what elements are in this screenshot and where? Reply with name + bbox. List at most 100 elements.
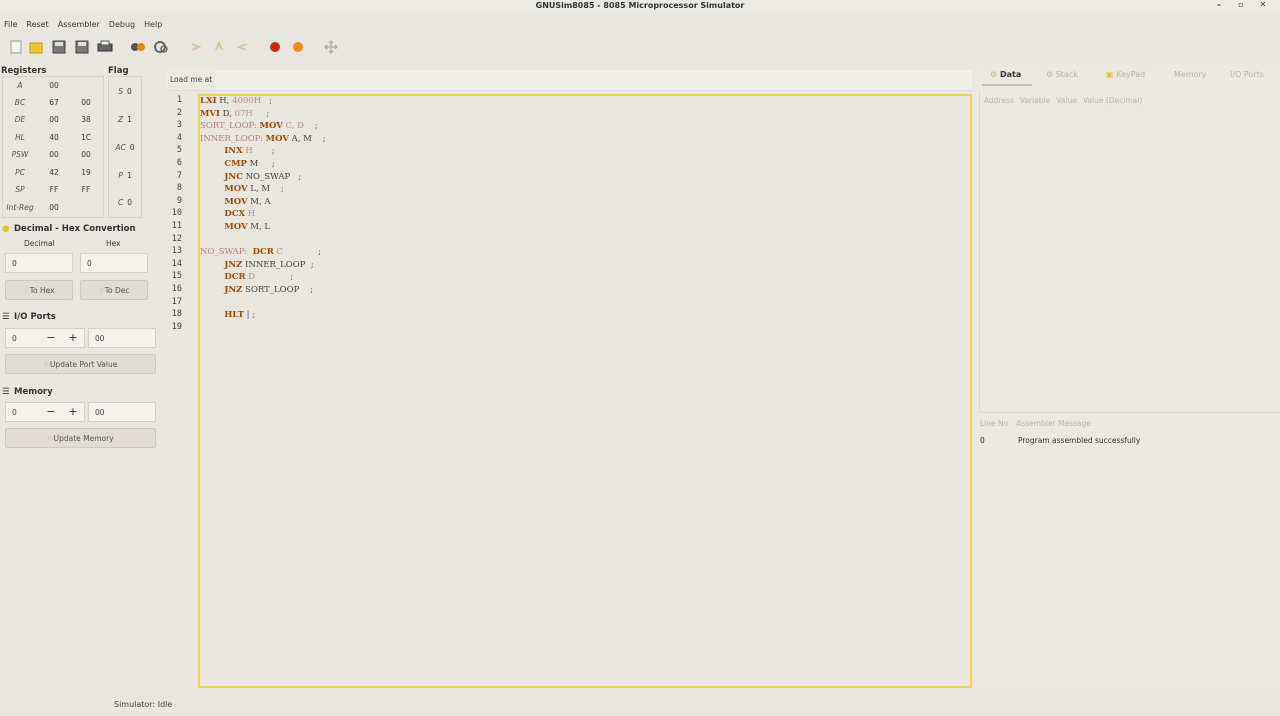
column-assembler-message[interactable]: Assembler Message — [1016, 419, 1091, 428]
maximize-button[interactable]: ▫ — [1230, 0, 1252, 9]
to-hex-button[interactable]: ⇧To Hex — [5, 280, 73, 300]
code-token: MOV — [259, 121, 283, 132]
column-value-decimal[interactable]: Value (Decimal) — [1083, 96, 1142, 105]
tab-stack[interactable]: ⚙ Stack — [1046, 70, 1078, 79]
fullscreen-icon[interactable] — [321, 37, 341, 57]
step-out-icon[interactable] — [232, 37, 252, 57]
flags-title: Flag — [108, 66, 129, 76]
port-value-input[interactable]: 00 — [88, 328, 156, 348]
close-button[interactable]: ✕ — [1252, 0, 1274, 9]
code-token: 4000H — [232, 96, 262, 106]
code-line: DCX H — [200, 208, 326, 221]
flag-value: 0 — [127, 198, 133, 207]
register-row: Int-Reg 00 — [3, 203, 103, 217]
breakpoint-icon[interactable] — [265, 37, 285, 57]
keypad-icon: ▣ — [1106, 70, 1114, 79]
memory-increment-button[interactable]: + — [63, 402, 83, 422]
update-port-label: Update Port Value — [49, 360, 118, 369]
flag-name: S — [118, 87, 123, 96]
tab-io-ports[interactable]: I/O Ports — [1230, 70, 1264, 79]
flag-row: AC 0 — [109, 143, 141, 152]
assemble-icon[interactable] — [128, 37, 148, 57]
tab-keypad[interactable]: ▣ KeyPad — [1106, 70, 1145, 79]
code-line: JNZ INNER_LOOP ; — [200, 259, 326, 272]
memory-decrement-button[interactable]: − — [41, 402, 61, 422]
hex-input[interactable]: 0 — [80, 253, 148, 273]
step-over-icon[interactable] — [209, 37, 229, 57]
register-high: 42 — [49, 168, 59, 177]
code-token: H — [245, 209, 256, 220]
list-icon: ☰ — [2, 387, 10, 397]
menu-help[interactable]: Help — [144, 17, 162, 32]
tab-stack-label: Stack — [1055, 70, 1078, 79]
window-title: GNUSim8085 - 8085 Microprocessor Simulat… — [535, 1, 745, 10]
load-address-bar: Load me at — [166, 70, 972, 91]
tab-data[interactable]: ⚙ Data — [990, 70, 1021, 79]
line-number-gutter: 1 2 3 4 5 6 7 8 9 10 11 12 13 14 15 16 17 18 19 — [166, 95, 198, 334]
flag-name: C — [117, 198, 124, 207]
new-icon[interactable] — [6, 37, 26, 57]
register-name: DE — [14, 115, 26, 124]
column-variable[interactable]: Variable — [1020, 96, 1050, 105]
code-token: ; — [258, 158, 275, 169]
open-icon[interactable] — [26, 37, 46, 57]
code-token: L, M — [247, 184, 271, 195]
register-name: HL — [15, 133, 25, 142]
window-controls: – ▫ ✕ — [1208, 0, 1274, 9]
column-line-no[interactable]: Line No — [980, 419, 1008, 428]
code-token: ; — [305, 259, 314, 270]
flag-row: P1 — [109, 171, 141, 180]
update-memory-label: Update Memory — [53, 434, 114, 443]
port-increment-button[interactable]: + — [63, 328, 83, 348]
save-as-icon[interactable] — [72, 37, 92, 57]
line-number: 13 — [171, 246, 182, 257]
register-name: A — [17, 81, 23, 90]
message-row[interactable]: 0 Program assembled successfully — [980, 436, 1140, 445]
register-name: PC — [15, 168, 25, 177]
menu-reset[interactable]: Reset — [26, 17, 48, 32]
code-token: ; — [255, 272, 294, 283]
bulb-icon: ● — [2, 224, 10, 234]
clear-breakpoints-icon[interactable] — [288, 37, 308, 57]
decimal-input[interactable]: 0 — [5, 253, 73, 273]
menu-file[interactable]: File — [4, 17, 17, 32]
code-token: H — [242, 146, 253, 157]
code-token: 07H — [234, 108, 253, 119]
code-line: HLT | ; — [200, 309, 326, 322]
line-number: 19 — [171, 321, 182, 332]
line-number: 3 — [176, 120, 182, 131]
update-memory-button[interactable]: ↻Update Memory — [5, 428, 156, 448]
column-value[interactable]: Value — [1056, 96, 1077, 105]
flag-value: 0 — [126, 87, 132, 96]
print-icon[interactable] — [95, 37, 115, 57]
execute-icon[interactable] — [151, 37, 171, 57]
code-token: ; — [290, 171, 302, 182]
tab-memory[interactable]: Memory — [1174, 70, 1207, 79]
flag-row: C0 — [109, 198, 141, 207]
menu-debug[interactable]: Debug — [109, 17, 135, 32]
save-icon[interactable] — [49, 37, 69, 57]
register-row: DE 00 38 — [3, 115, 103, 129]
update-port-button[interactable]: ↻Update Port Value — [5, 354, 156, 374]
active-tab-indicator — [982, 84, 1032, 86]
load-address-input[interactable] — [216, 70, 972, 90]
right-panel: ⚙ Data ⚙ Stack ▣ KeyPad Memory I/O Ports… — [976, 62, 1280, 690]
column-address[interactable]: Address — [984, 96, 1014, 105]
minimize-button[interactable]: – — [1208, 0, 1230, 9]
tab-keypad-label: KeyPad — [1116, 70, 1146, 79]
to-dec-button[interactable]: ⇧To Dec — [80, 280, 148, 300]
code-token: LXI — [200, 96, 217, 106]
menu-assembler[interactable]: Assembler — [58, 17, 100, 32]
memory-value-input[interactable]: 00 — [88, 402, 156, 422]
line-number: 8 — [176, 183, 182, 194]
line-number: 9 — [176, 195, 182, 206]
register-high: 00 — [49, 81, 59, 90]
menu-bar: File Reset Assembler Debug Help — [0, 17, 167, 32]
port-decrement-button[interactable]: − — [41, 328, 61, 348]
data-table — [979, 90, 1280, 413]
step-in-icon[interactable] — [186, 37, 206, 57]
